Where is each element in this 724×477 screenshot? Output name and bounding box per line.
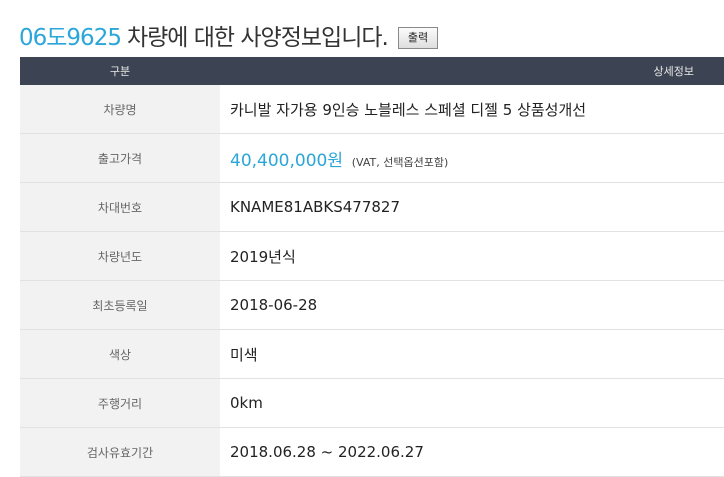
column-header-category: 구분 — [20, 57, 220, 85]
plate-number: 06도9625 — [19, 25, 122, 51]
mileage-value: 0km — [220, 378, 724, 428]
row-label: 차량년도 — [20, 231, 220, 281]
table-row-color: 색상 미색 — [20, 329, 724, 379]
color-value: 미색 — [220, 329, 724, 379]
table-row-year: 차량년도 2019년식 — [20, 231, 724, 281]
table-row-inspection: 검사유효기간 2018.06.28 ~ 2022.06.27 — [20, 427, 724, 477]
table-header-row: 구분 상세정보 — [20, 57, 724, 85]
spec-table: 구분 상세정보 차량명 카니발 자가용 9인승 노블레스 스페셜 디젤 5 상품… — [20, 57, 724, 477]
inspection-period-value: 2018.06.28 ~ 2022.06.27 — [220, 427, 724, 477]
price-value: 40,400,000원 — [230, 150, 343, 171]
row-label: 색상 — [20, 329, 220, 379]
row-label: 차량명 — [20, 85, 220, 134]
table-row-price: 출고가격 40,400,000원 (VAT, 선택옵션포함) — [20, 133, 724, 183]
table-row-vin: 차대번호 KNAME81ABKS477827 — [20, 182, 724, 232]
table-row-mileage: 주행거리 0km — [20, 378, 724, 428]
vin-value: KNAME81ABKS477827 — [220, 182, 724, 232]
print-button[interactable]: 출력 — [397, 27, 439, 49]
model-name-value: 카니발 자가용 9인승 노블레스 스페셜 디젤 5 상품성개선 — [220, 85, 724, 134]
price-note: (VAT, 선택옵션포함) — [351, 155, 449, 169]
row-label: 주행거리 — [20, 378, 220, 428]
year-value: 2019년식 — [220, 231, 724, 281]
registration-date-value: 2018-06-28 — [220, 280, 724, 330]
row-label: 최초등록일 — [20, 280, 220, 330]
column-header-detail: 상세정보 — [220, 57, 724, 85]
price-cell: 40,400,000원 (VAT, 선택옵션포함) — [220, 133, 724, 183]
row-label: 출고가격 — [20, 133, 220, 183]
page-title: 차량에 대한 사양정보입니다. — [126, 25, 389, 51]
row-label: 검사유효기간 — [20, 427, 220, 477]
row-label: 차대번호 — [20, 182, 220, 232]
page-header: 06도9625 차량에 대한 사양정보입니다. 출력 — [19, 18, 439, 52]
table-row-model: 차량명 카니발 자가용 9인승 노블레스 스페셜 디젤 5 상품성개선 — [20, 85, 724, 134]
table-row-registration: 최초등록일 2018-06-28 — [20, 280, 724, 330]
